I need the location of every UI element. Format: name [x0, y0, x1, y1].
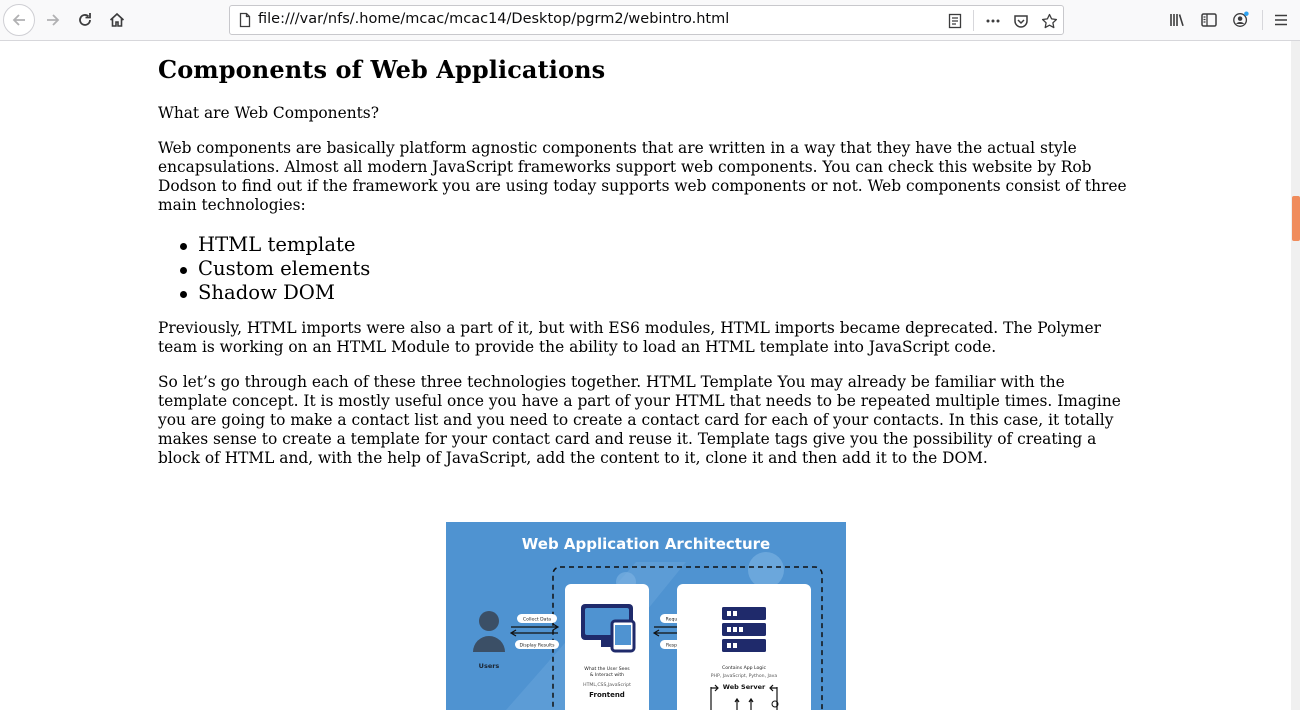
- technologies-list: HTML template Custom elements Shadow DOM: [180, 233, 370, 305]
- collect-data-label: Collect Data: [523, 617, 551, 623]
- back-button[interactable]: [3, 4, 35, 36]
- backend-description: Contains App Logic: [722, 665, 767, 671]
- architecture-diagram: Web Application Architecture Users Colle…: [446, 522, 846, 710]
- users-label: Users: [479, 662, 500, 670]
- sidebar-icon[interactable]: [1200, 11, 1218, 29]
- pocket-icon[interactable]: [1012, 12, 1030, 30]
- more-icon[interactable]: [984, 12, 1002, 30]
- template-paragraph: So let’s go through each of these three …: [158, 373, 1121, 467]
- library-icon[interactable]: [1168, 11, 1186, 29]
- forward-icon: [47, 14, 60, 26]
- intro-paragraph: Web components are basically platform ag…: [158, 139, 1127, 214]
- page-title: Components of Web Applications: [158, 55, 606, 84]
- users-icon: [473, 611, 505, 652]
- toolbar-divider: [1262, 10, 1263, 30]
- list-item: HTML template: [180, 233, 370, 257]
- frontend-tech: HTML,CSS,JavaScript: [583, 682, 631, 688]
- page-viewport: Components of Web Applications What are …: [0, 41, 1291, 710]
- backend-tech: PHP, JavaScript, Python, Java: [711, 673, 778, 679]
- page-icon: [239, 12, 251, 28]
- url-bar[interactable]: file:///var/nfs/.home/mcac/mcac14/Deskto…: [229, 5, 1064, 35]
- architecture-diagram-svg: Web Application Architecture Users Colle…: [473, 535, 823, 710]
- back-icon: [12, 14, 25, 26]
- scrollbar-track[interactable]: [1291, 41, 1300, 710]
- menu-icon[interactable]: [1272, 11, 1290, 29]
- question-text: What are Web Components?: [158, 104, 379, 122]
- browser-toolbar: file:///var/nfs/.home/mcac/mcac14/Deskto…: [0, 0, 1300, 41]
- list-item: Shadow DOM: [180, 281, 370, 305]
- display-results-label: Display Results: [520, 643, 556, 649]
- home-button[interactable]: [101, 4, 133, 36]
- server-stack-icon: [722, 607, 766, 652]
- forward-button[interactable]: [37, 4, 69, 36]
- home-icon: [109, 12, 125, 27]
- reload-icon: [79, 13, 91, 26]
- web-server-label: Web Server: [723, 683, 766, 691]
- collect-arrow: [511, 623, 560, 631]
- diagram-title: Web Application Architecture: [522, 535, 770, 553]
- imports-paragraph: Previously, HTML imports were also a par…: [158, 319, 1101, 356]
- display-arrow: [509, 629, 558, 637]
- scrollbar-thumb[interactable]: [1292, 196, 1300, 241]
- reader-view-icon[interactable]: [946, 12, 964, 30]
- url-text[interactable]: file:///var/nfs/.home/mcac/mcac14/Deskto…: [258, 11, 729, 27]
- frontend-label: Frontend: [589, 691, 625, 699]
- bookmark-star-icon[interactable]: [1040, 12, 1058, 30]
- frontend-description-2: & Interact with: [590, 672, 624, 678]
- account-icon[interactable]: [1232, 11, 1250, 29]
- background-circle: [748, 552, 784, 588]
- list-item: Custom elements: [180, 257, 370, 281]
- reload-button[interactable]: [69, 4, 101, 36]
- url-bar-divider: [973, 10, 974, 31]
- frontend-description-1: What the User Sees: [584, 666, 630, 672]
